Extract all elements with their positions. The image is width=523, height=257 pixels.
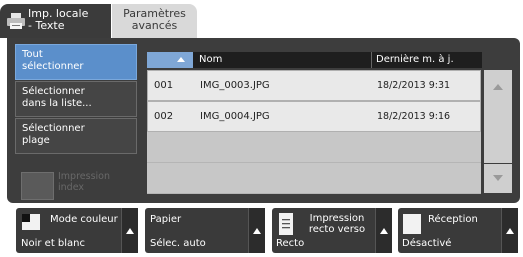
output-tray-icon <box>403 214 421 234</box>
output-expand[interactable] <box>501 208 518 253</box>
select-range-button[interactable]: Sélectionner plage <box>15 118 137 154</box>
button-label-line2: plage <box>22 135 50 146</box>
duplex-title: Impression recto verso <box>308 213 366 235</box>
paper-button[interactable]: Papier Sélec. auto <box>145 208 265 253</box>
duplex-document-icon <box>279 213 293 235</box>
button-label-line1: Sélectionner <box>22 86 85 97</box>
duplex-print-button[interactable]: Impression recto verso Recto <box>272 208 392 253</box>
button-label-line2: dans la liste... <box>22 98 92 109</box>
row-filename: IMG_0004.JPG <box>200 111 270 122</box>
column-header-name[interactable]: Nom <box>199 54 222 65</box>
tab-label-line2: avancés <box>131 19 178 32</box>
table-row[interactable]: 001 IMG_0003.JPG 18/2/2013 9:31 <box>147 70 481 101</box>
button-label-line1: Sélectionner <box>22 123 85 134</box>
output-value: Désactivé <box>402 238 452 249</box>
column-header-date[interactable]: Dernière m. à j. <box>376 54 454 65</box>
file-table-header: Nom Dernière m. à j. <box>147 52 482 68</box>
color-mode-title: Mode couleur <box>50 214 118 225</box>
color-mode-value: Noir et blanc <box>21 238 86 249</box>
paper-expand[interactable] <box>248 208 265 253</box>
table-row-empty <box>147 163 481 194</box>
row-date: 18/2/2013 9:31 <box>377 80 451 91</box>
tab-label-line2: - Texte <box>28 19 65 32</box>
paper-value: Sélec. auto <box>150 238 206 249</box>
sort-ascending-icon <box>177 57 185 62</box>
duplex-expand[interactable] <box>375 208 392 253</box>
chevron-up-icon <box>506 228 514 234</box>
row-number: 001 <box>154 80 174 91</box>
local-print-screen: Imp. locale - Texte Paramètres avancés T… <box>0 0 523 257</box>
scroll-down-icon <box>493 175 503 181</box>
sort-column-button[interactable] <box>147 52 193 68</box>
table-row-empty <box>147 132 481 163</box>
button-label-line1: Tout <box>22 49 43 60</box>
scroll-up-icon <box>493 84 503 90</box>
chevron-up-icon <box>253 228 261 234</box>
select-all-button[interactable]: Tout sélectionner <box>15 44 137 80</box>
output-title: Réception <box>428 214 478 225</box>
color-mode-button[interactable]: Mode couleur Noir et blanc <box>16 208 138 253</box>
row-date: 18/2/2013 9:16 <box>377 111 451 122</box>
chevron-up-icon <box>380 228 388 234</box>
scroll-down-button[interactable] <box>484 164 512 193</box>
row-number: 002 <box>154 111 174 122</box>
print-index-label: Impression index <box>58 171 110 193</box>
color-mode-icon <box>22 214 40 230</box>
output-button[interactable]: Réception Désactivé <box>398 208 518 253</box>
paper-title: Papier <box>150 214 182 225</box>
table-row[interactable]: 002 IMG_0004.JPG 18/2/2013 9:16 <box>147 101 481 132</box>
select-from-list-button[interactable]: Sélectionner dans la liste... <box>15 81 137 117</box>
row-filename: IMG_0003.JPG <box>200 80 270 91</box>
tab-advanced-settings[interactable]: Paramètres avancés <box>111 4 197 38</box>
scroll-up-button[interactable] <box>484 70 512 163</box>
duplex-value: Recto <box>276 238 305 249</box>
print-index-checkbox[interactable] <box>21 172 54 200</box>
chevron-up-icon <box>126 228 134 234</box>
button-label-line2: sélectionner <box>22 61 84 72</box>
printer-icon <box>7 13 25 29</box>
tab-local-print-text[interactable]: Imp. locale - Texte <box>0 4 111 38</box>
color-mode-expand[interactable] <box>121 208 138 253</box>
